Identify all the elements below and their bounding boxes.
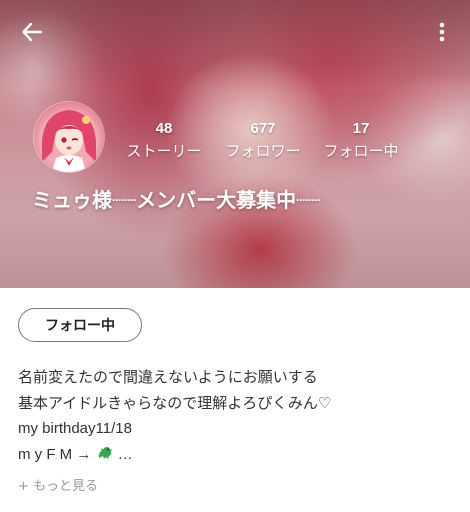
followers-count: 677 xyxy=(250,120,276,137)
stat-following[interactable]: 17 フォロー中 xyxy=(306,120,416,161)
show-more-link[interactable]: + もっと見る xyxy=(18,477,98,497)
avatar[interactable] xyxy=(34,102,104,172)
bio-line-fm: m y F M → … xyxy=(18,442,458,468)
bio-fm-text: m y F M → xyxy=(18,446,96,463)
arrow-left-icon xyxy=(22,22,43,42)
bio-fm-ellipsis: … xyxy=(113,446,133,463)
avatar-illustration xyxy=(39,110,99,172)
profile-name: ミュゥ様┈┈メンバー大募集中┈┈ xyxy=(32,188,321,212)
following-label: フォロー中 xyxy=(323,142,399,160)
following-count: 17 xyxy=(352,120,370,137)
more-options-button[interactable] xyxy=(422,12,462,52)
back-button[interactable] xyxy=(12,12,52,52)
stories-label: ストーリー xyxy=(126,142,202,160)
profile-body: フォロー中 名前変えたので間違えないようにお願いする 基本アイドルきゃらなので理… xyxy=(0,288,470,512)
stat-followers[interactable]: 677 フォロワー xyxy=(208,120,318,161)
stat-stories[interactable]: 48 ストーリー xyxy=(109,120,219,161)
stories-count: 48 xyxy=(155,120,173,137)
dragon-emoji-icon xyxy=(98,447,112,459)
followers-label: フォロワー xyxy=(225,142,301,160)
more-vertical-icon xyxy=(439,22,445,42)
bio: 名前変えたので間違えないようにお願いする 基本アイドルきゃらなので理解よろぴくみ… xyxy=(18,364,458,468)
bio-line: my birthday11/18 xyxy=(18,420,132,437)
profile-header: 48 ストーリー 677 フォロワー 17 フォロー中 ミュゥ様┈┈メンバー大募… xyxy=(0,0,470,288)
bio-line: 名前変えたので間違えないようにお願いする xyxy=(18,368,318,386)
following-button[interactable]: フォロー中 xyxy=(18,308,142,342)
bio-line: 基本アイドルきゃらなので理解よろぴくみん♡ xyxy=(18,394,332,412)
